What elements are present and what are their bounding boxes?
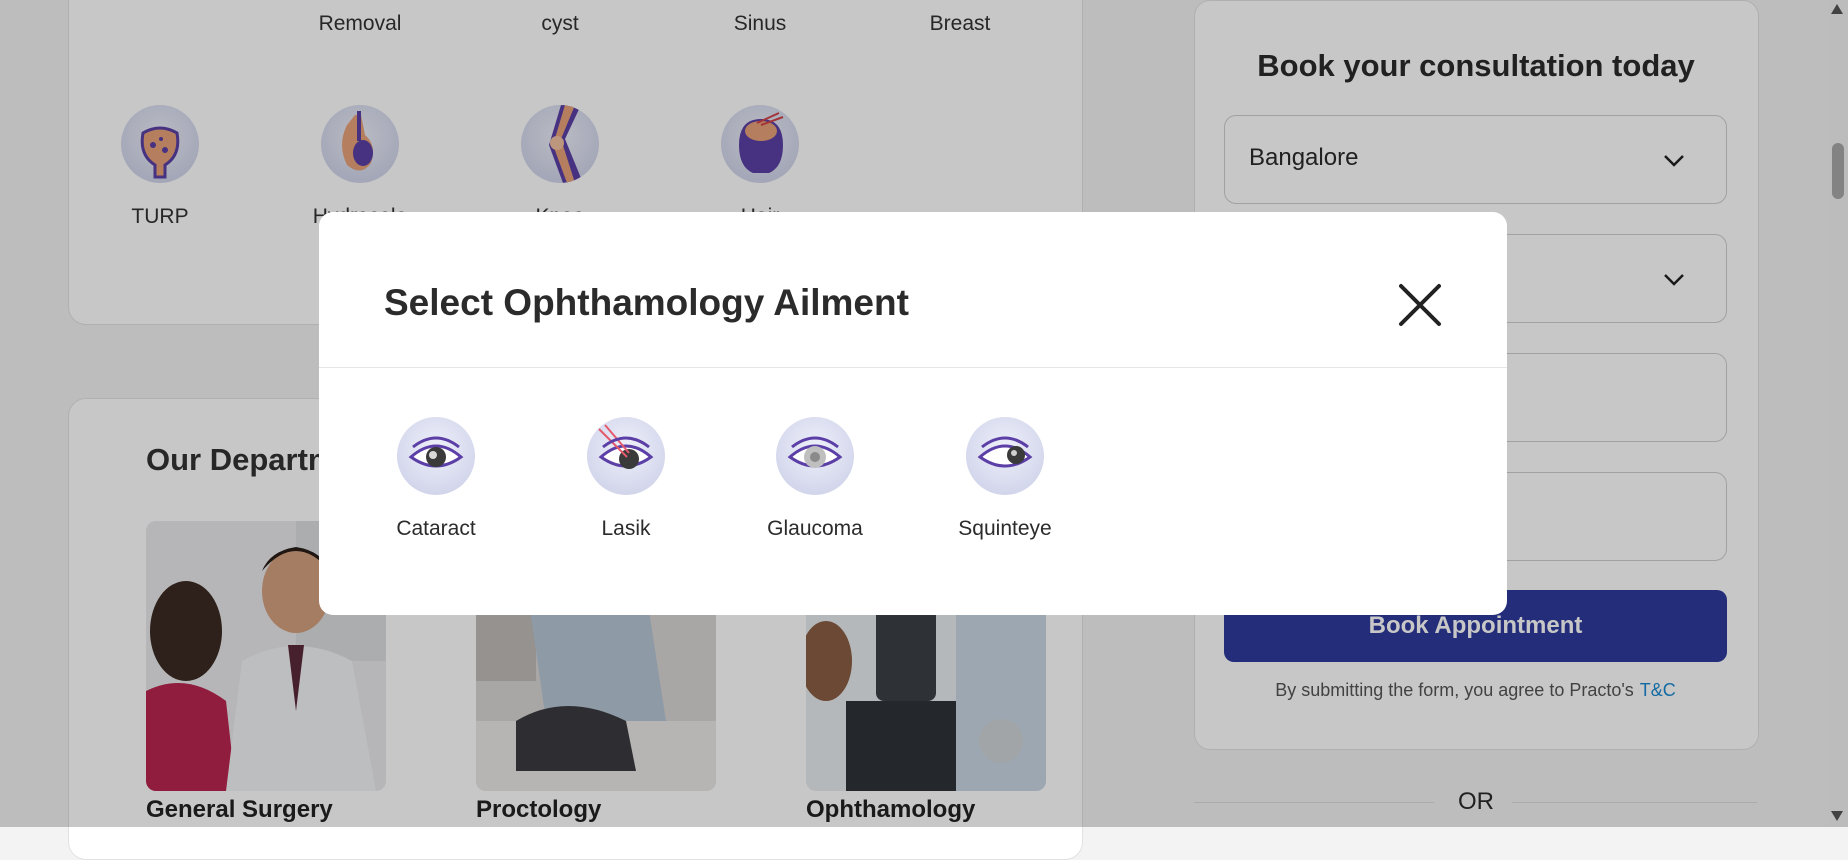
close-icon[interactable] — [1397, 282, 1443, 328]
ailment-modal: Select Ophthamology Ailment Cataract Las… — [319, 212, 1507, 615]
ailment-option-lasik[interactable]: Lasik — [551, 417, 701, 541]
modal-divider — [319, 367, 1507, 368]
ailment-option-glaucoma[interactable]: Glaucoma — [740, 417, 890, 541]
ailment-option-squinteye[interactable]: Squinteye — [930, 417, 1080, 541]
glaucoma-eye-icon — [776, 417, 854, 495]
ailment-option-label: Glaucoma — [767, 517, 863, 540]
squint-eye-icon — [966, 417, 1044, 495]
modal-title: Select Ophthamology Ailment — [384, 282, 909, 323]
ailment-option-label: Cataract — [396, 517, 476, 540]
ailment-option-label: Squinteye — [958, 517, 1052, 540]
ailment-option-cataract[interactable]: Cataract — [361, 417, 511, 541]
ailment-option-label: Lasik — [601, 517, 651, 540]
lasik-eye-icon — [587, 417, 665, 495]
cataract-eye-icon — [397, 417, 475, 495]
